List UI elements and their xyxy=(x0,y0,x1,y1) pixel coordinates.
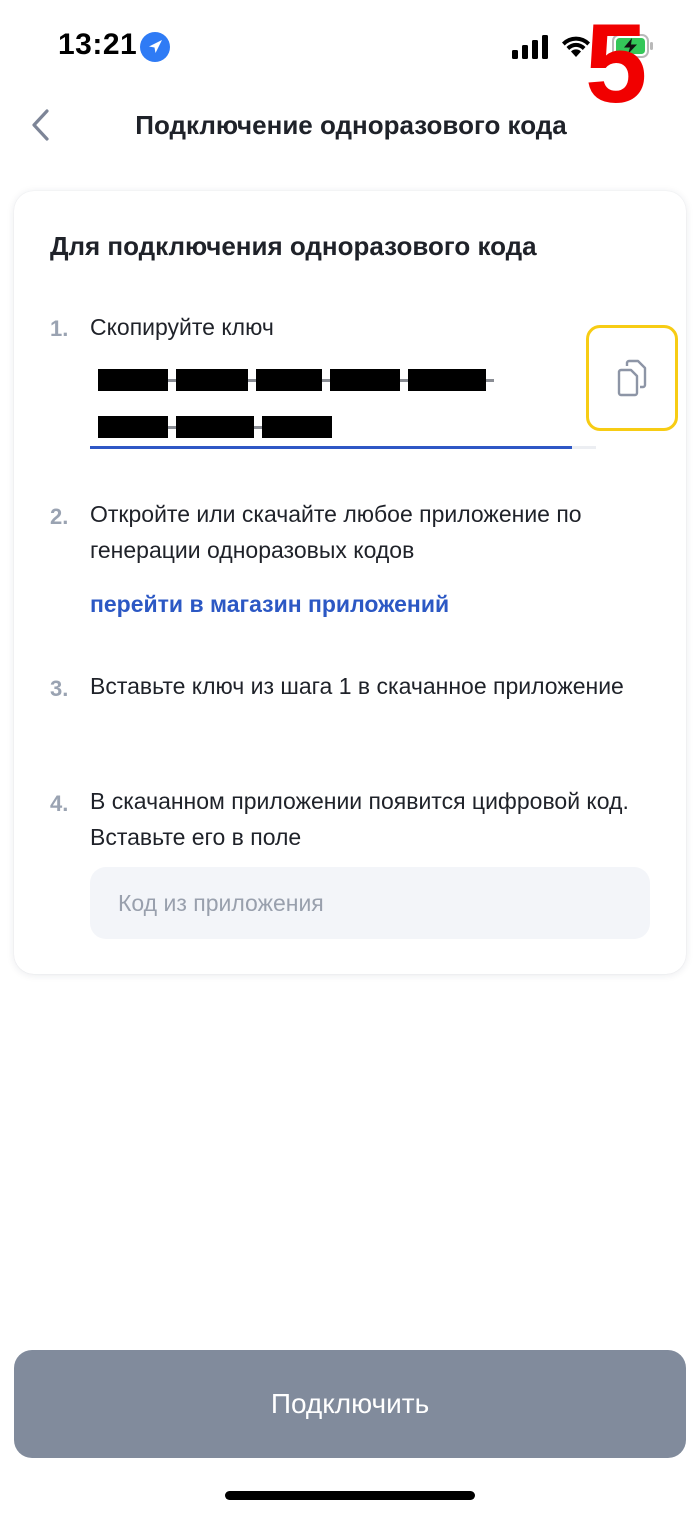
step-number: 1. xyxy=(50,316,69,341)
app-store-link[interactable]: перейти в магазин приложений xyxy=(90,591,449,618)
step-number: 4. xyxy=(50,791,69,816)
nav-bar: Подключение одноразового кода xyxy=(0,96,700,156)
copy-icon xyxy=(617,359,647,397)
step-number: 2. xyxy=(50,504,69,529)
key-separator xyxy=(168,425,176,429)
setup-card: Для подключения одноразового кода 1. Ско… xyxy=(14,191,686,974)
key-separator xyxy=(254,425,262,429)
key-separator xyxy=(486,378,494,382)
connect-button[interactable]: Подключить xyxy=(14,1350,686,1458)
key-progress-fill xyxy=(90,446,572,449)
step-text: Скопируйте ключ xyxy=(90,314,274,340)
page-title: Подключение одноразового кода xyxy=(135,110,567,140)
key-separator xyxy=(248,378,256,382)
redacted-block xyxy=(262,416,332,438)
copy-key-button[interactable] xyxy=(586,325,678,431)
code-input[interactable] xyxy=(90,867,650,939)
step-text: В скачанном приложении появится цифровой… xyxy=(90,788,629,850)
redacted-block xyxy=(176,369,248,391)
key-separator xyxy=(322,378,330,382)
step-text: Откройте или скачайте любое приложение п… xyxy=(90,501,582,563)
key-separator xyxy=(400,378,408,382)
key-separator xyxy=(168,378,176,382)
redacted-block xyxy=(98,369,168,391)
signal-icon xyxy=(512,35,548,59)
status-bar: 13:21 5 xyxy=(0,0,700,120)
status-time: 13:21 xyxy=(58,28,138,61)
redacted-block xyxy=(256,369,322,391)
home-indicator xyxy=(225,1491,475,1500)
step-text: Вставьте ключ из шага 1 в скачанное прил… xyxy=(90,673,624,699)
redacted-block xyxy=(98,416,168,438)
redacted-block xyxy=(330,369,400,391)
redacted-block xyxy=(176,416,254,438)
redacted-block xyxy=(408,369,486,391)
secret-key-line[interactable] xyxy=(98,369,494,391)
step-number: 3. xyxy=(50,676,69,701)
location-arrow-icon xyxy=(140,32,170,62)
card-title: Для подключения одноразового кода xyxy=(50,231,537,261)
secret-key-line[interactable] xyxy=(98,416,332,438)
